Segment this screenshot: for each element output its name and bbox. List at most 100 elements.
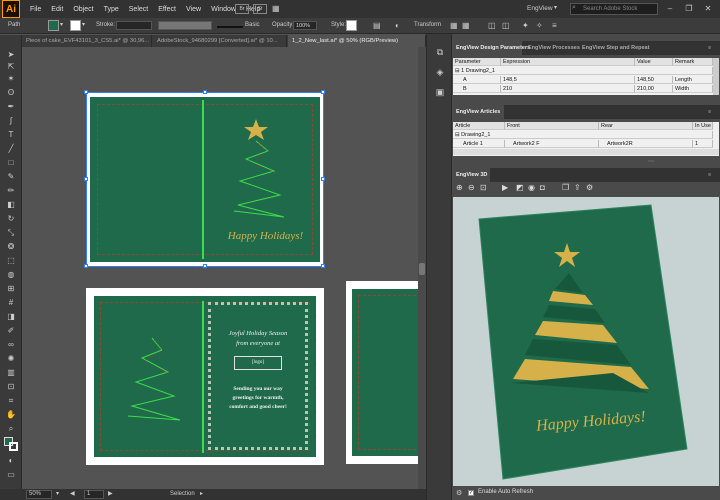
- menu-type[interactable]: Type: [104, 6, 119, 13]
- card-front[interactable]: Happy Holidays!: [90, 97, 320, 262]
- maximize-icon[interactable]: ❐: [683, 3, 695, 15]
- direct-selection-tool-icon[interactable]: ⇱: [5, 61, 17, 73]
- brush-label[interactable]: Basic: [245, 20, 260, 31]
- chevron-down-icon[interactable]: ▾: [554, 4, 557, 11]
- tab-step-repeat[interactable]: EngView Step and Repeat: [578, 41, 649, 55]
- fill-swatch[interactable]: [48, 20, 59, 31]
- lasso-icon[interactable]: ʘ: [5, 87, 17, 99]
- zoom-tool-icon[interactable]: ⌕: [5, 423, 17, 435]
- selection-tool-icon[interactable]: ➤: [5, 49, 17, 61]
- horizontal-scrollbar[interactable]: [453, 149, 719, 155]
- eyedropper-icon[interactable]: ✐: [5, 325, 17, 337]
- tab-articles[interactable]: EngView Articles: [452, 105, 504, 119]
- pencil-icon[interactable]: ✏: [5, 185, 17, 197]
- menu-view[interactable]: View: [186, 6, 201, 13]
- row-expression[interactable]: 148,5: [501, 76, 635, 84]
- light-icon[interactable]: ◉: [528, 183, 535, 192]
- panel-menu-icon[interactable]: ≡: [704, 105, 715, 119]
- free-transform-icon[interactable]: ⬚: [5, 255, 17, 267]
- rotate-icon[interactable]: ↻: [5, 213, 17, 225]
- settings-icon[interactable]: ⚙: [456, 489, 462, 497]
- grid-icon[interactable]: ▦: [450, 20, 458, 31]
- card-inside[interactable]: Joyful Holiday Season from everyone at […: [94, 296, 316, 457]
- workspace-switcher[interactable]: EngView: [527, 5, 553, 12]
- type-tool-icon[interactable]: T: [5, 129, 17, 141]
- settings-icon[interactable]: ⚙: [586, 183, 593, 192]
- resize-handle[interactable]: [321, 264, 325, 268]
- blend-icon[interactable]: ∞: [5, 339, 17, 351]
- zoom-in-icon[interactable]: ⊕: [456, 183, 463, 192]
- minimize-icon[interactable]: –: [664, 3, 676, 15]
- arrange-icon[interactable]: ▦: [272, 4, 282, 14]
- menu-select[interactable]: Select: [129, 6, 148, 13]
- search-stock-input[interactable]: Search Adobe Stock: [570, 3, 658, 15]
- table-row[interactable]: ⊟ 1 Drawing2_1: [453, 67, 713, 75]
- doc-tab-2[interactable]: AdobeStock_94680299 [Converted].ai* @ 10…: [153, 35, 287, 47]
- menu-icon[interactable]: ≡: [552, 20, 557, 31]
- menu-window[interactable]: Window: [211, 6, 236, 13]
- row-rear[interactable]: Artwork2R: [599, 140, 693, 148]
- canvas[interactable]: Happy Holidays! Joyful Holiday Season fr…: [22, 47, 426, 489]
- variable-width-field[interactable]: [158, 21, 212, 30]
- resize-handle[interactable]: [84, 264, 88, 268]
- fold-icon[interactable]: ◩: [516, 183, 524, 192]
- scale-icon[interactable]: ⤡: [5, 227, 17, 239]
- row-param[interactable]: B: [453, 85, 501, 93]
- next-artboard-icon[interactable]: ▶: [108, 489, 113, 500]
- warp-icon[interactable]: ❂: [5, 241, 17, 253]
- menu-effect[interactable]: Effect: [158, 6, 176, 13]
- isolate-icon[interactable]: ◫: [488, 20, 496, 31]
- transform-label[interactable]: Transform: [414, 20, 441, 31]
- edit-path-icon[interactable]: ✦: [522, 20, 529, 31]
- paintbrush-icon[interactable]: ✎: [5, 171, 17, 183]
- row-param[interactable]: A: [453, 76, 501, 84]
- properties-icon[interactable]: ▣: [434, 86, 446, 98]
- style-swatch[interactable]: [346, 20, 357, 31]
- copy-icon[interactable]: ❐: [562, 183, 569, 192]
- align-icon[interactable]: ▤: [373, 20, 381, 31]
- panel-menu-icon[interactable]: ≡: [704, 168, 715, 182]
- artboard-number-field[interactable]: 1: [84, 490, 104, 499]
- magic-wand-icon[interactable]: ✶: [5, 73, 17, 85]
- screen-mode-icon[interactable]: ▭: [5, 469, 17, 481]
- rectangle-tool-icon[interactable]: □: [5, 157, 17, 169]
- line-tool-icon[interactable]: ╱: [5, 143, 17, 155]
- table-row[interactable]: ⊟ Drawing2_1: [453, 131, 713, 139]
- column-graph-icon[interactable]: ▥: [5, 367, 17, 379]
- layers-icon[interactable]: ◈: [434, 66, 446, 78]
- viewer3d-canvas[interactable]: Happy Holidays!: [453, 197, 719, 486]
- resize-handle[interactable]: [203, 264, 207, 268]
- menu-object[interactable]: Object: [73, 6, 93, 13]
- recolor-icon[interactable]: ◐: [395, 20, 400, 31]
- resize-handle[interactable]: [84, 90, 88, 94]
- camera-icon[interactable]: ◘: [540, 183, 545, 192]
- symbol-sprayer-icon[interactable]: ✺: [5, 353, 17, 365]
- menu-file[interactable]: File: [30, 6, 41, 13]
- stock-icon[interactable]: St: [253, 4, 267, 14]
- doc-tab-1[interactable]: Piece of cake_EVF43101_3_CS5.ai* @ 30,96…: [22, 35, 152, 47]
- vertical-scrollbar[interactable]: [713, 58, 719, 95]
- hand-tool-icon[interactable]: ✋: [5, 409, 17, 421]
- export-icon[interactable]: ⇪: [574, 183, 581, 192]
- close-icon[interactable]: ✕: [702, 3, 714, 15]
- edit-path-icon[interactable]: ✧: [536, 20, 543, 31]
- resize-handle[interactable]: [321, 90, 325, 94]
- grid-icon[interactable]: ▦: [462, 20, 470, 31]
- row-article[interactable]: Article 1: [453, 140, 505, 148]
- tab-design-parameters[interactable]: EngView Design Parameters: [452, 41, 530, 55]
- panel-menu-icon[interactable]: ≡: [704, 41, 715, 55]
- artboard-third[interactable]: [346, 281, 426, 464]
- pen-tool-icon[interactable]: ✒: [5, 101, 17, 113]
- resize-handle[interactable]: [84, 177, 88, 181]
- resize-handle[interactable]: [203, 90, 207, 94]
- slice-icon[interactable]: ⌗: [5, 395, 17, 407]
- prev-artboard-icon[interactable]: ◀: [70, 489, 75, 500]
- tab-3d[interactable]: EngView 3D: [452, 168, 490, 182]
- chevron-down-icon[interactable]: ▾: [56, 489, 59, 500]
- play-icon[interactable]: ▶: [502, 183, 508, 192]
- mesh-icon[interactable]: #: [5, 297, 17, 309]
- isolate-icon[interactable]: ◫: [502, 20, 510, 31]
- eraser-icon[interactable]: ◧: [5, 199, 17, 211]
- artboard-tool-icon[interactable]: ⊡: [5, 381, 17, 393]
- row-expression[interactable]: 210: [501, 85, 635, 93]
